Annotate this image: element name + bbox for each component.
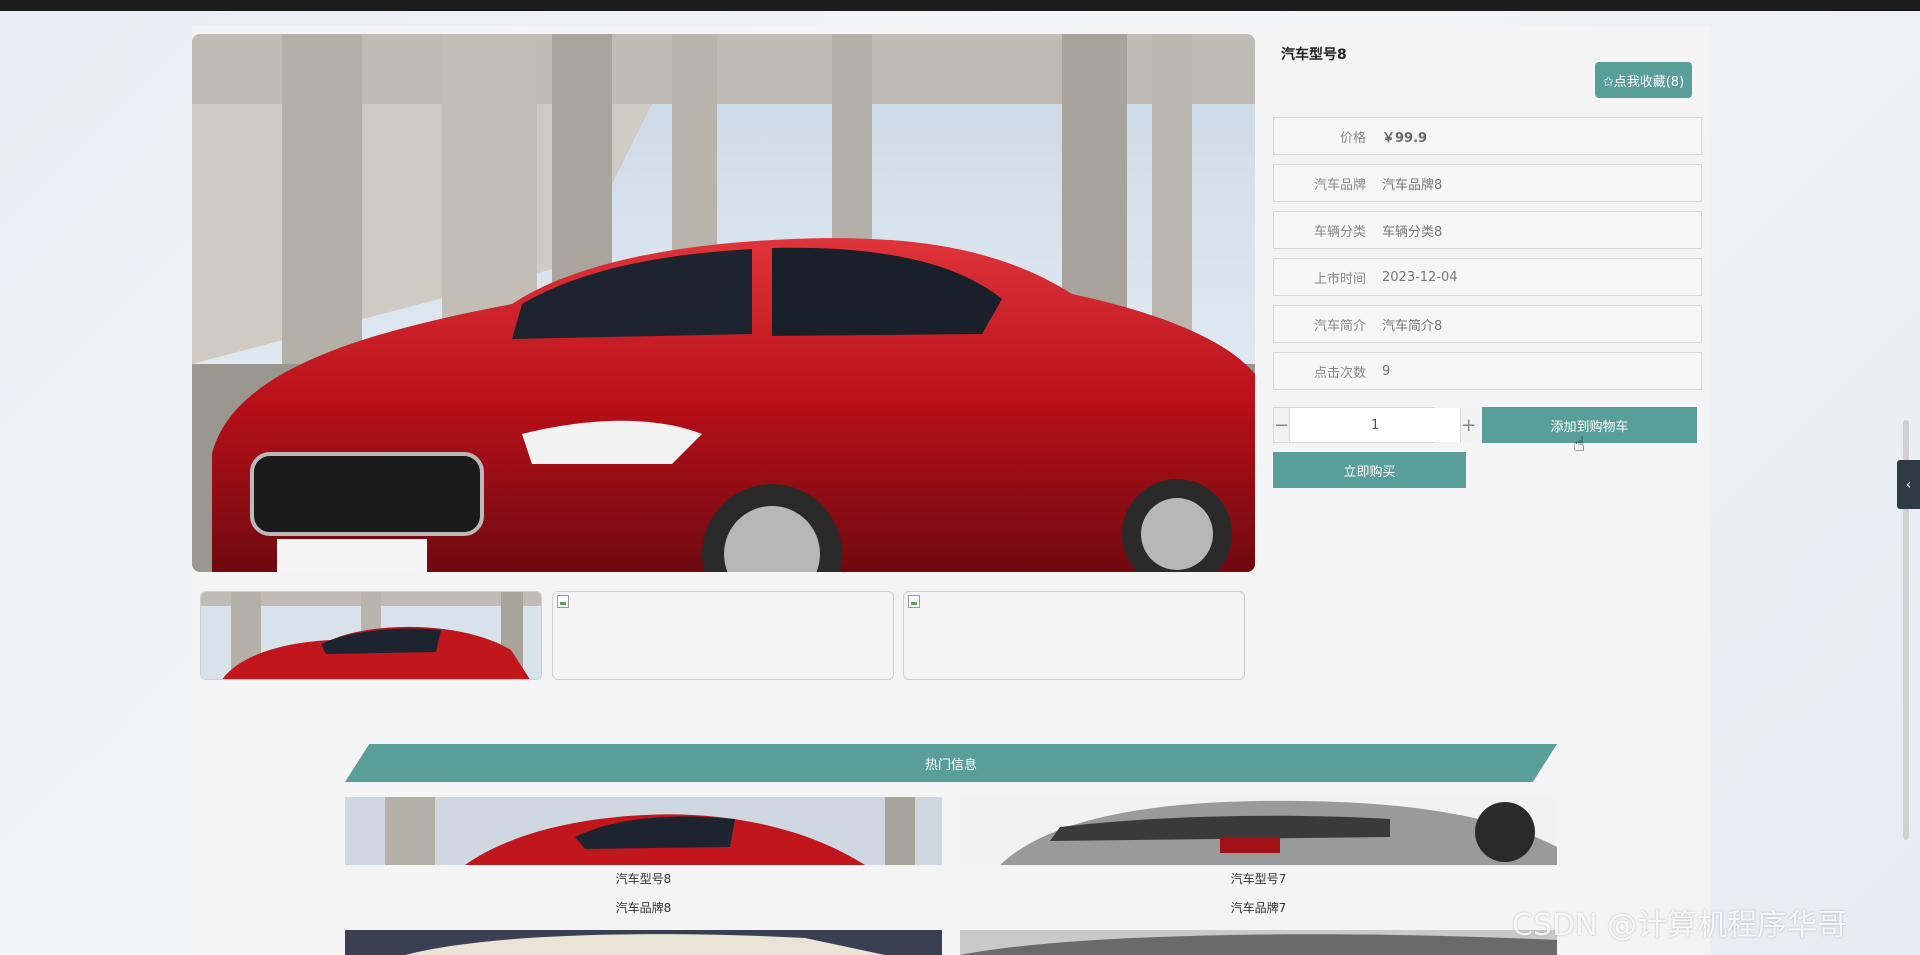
add-to-cart-button[interactable]: 添加到购物车	[1482, 407, 1697, 443]
detail-label: 汽车简介	[1313, 318, 1366, 334]
detail-row-release-date: 上市时间 2023-12-04	[1273, 258, 1702, 296]
quantity-decrease-button[interactable]: −	[1274, 408, 1290, 442]
hot-section-header: 热门信息	[345, 744, 1557, 782]
side-panel-toggle[interactable]: ‹	[1897, 460, 1920, 509]
broken-image-icon	[908, 595, 920, 608]
detail-row-click-count: 点击次数 9	[1273, 352, 1702, 390]
detail-label: 上市时间	[1313, 271, 1366, 287]
quantity-increase-button[interactable]: +	[1461, 408, 1477, 442]
detail-row-brand: 汽车品牌 汽车品牌8	[1273, 164, 1702, 202]
hot-item-brand: 汽车品牌8	[615, 901, 672, 915]
product-title: 汽车型号8	[1281, 47, 1347, 63]
hot-item-image	[960, 797, 1557, 865]
hot-item-1[interactable]: 汽车型号8 汽车品牌8	[345, 797, 942, 923]
broken-image-icon	[557, 595, 569, 608]
hot-item-brand: 汽车品牌7	[1230, 901, 1287, 915]
detail-row-price: 价格 ￥99.9	[1273, 117, 1702, 155]
detail-value: 9	[1382, 363, 1391, 379]
csdn-watermark: CSDN @计算机程序华哥	[1512, 908, 1848, 943]
hot-section-title: 热门信息	[924, 757, 977, 773]
detail-row-category: 车辆分类 车辆分类8	[1273, 211, 1702, 249]
thumbnail-1[interactable]	[200, 591, 542, 680]
hot-item-3-image[interactable]	[345, 930, 942, 955]
detail-row-description: 汽车简介 汽车简介8	[1273, 305, 1702, 343]
detail-label: 点击次数	[1313, 365, 1366, 381]
detail-value: 汽车品牌8	[1382, 177, 1443, 193]
hot-item-name: 汽车型号7	[1230, 872, 1287, 886]
hand-cursor-icon: ☝	[1573, 432, 1586, 456]
thumbnail-2[interactable]	[552, 591, 894, 680]
hot-item-4-image[interactable]	[960, 930, 1557, 955]
detail-value: 2023-12-04	[1382, 269, 1458, 285]
detail-value: 车辆分类8	[1382, 224, 1443, 240]
detail-label: 车辆分类	[1313, 224, 1366, 240]
chevron-left-icon: ‹	[1905, 476, 1912, 493]
buy-now-button[interactable]: 立即购买	[1273, 452, 1466, 488]
favorite-button[interactable]: ✩点我收藏(8)	[1595, 62, 1692, 98]
thumbnail-3[interactable]	[903, 591, 1245, 680]
quantity-stepper: − +	[1273, 407, 1477, 443]
hot-item-2[interactable]: 汽车型号7 汽车品牌7	[960, 797, 1557, 923]
detail-label: 汽车品牌	[1313, 177, 1366, 193]
product-main-image	[192, 34, 1255, 572]
quantity-input[interactable]	[1289, 408, 1462, 442]
detail-value: 汽车简介8	[1382, 318, 1443, 334]
detail-value: ￥99.9	[1382, 130, 1428, 146]
browser-top-bar	[0, 0, 1920, 11]
detail-label: 价格	[1339, 130, 1366, 146]
hot-item-image	[345, 797, 942, 865]
hot-item-name: 汽车型号8	[615, 872, 672, 886]
